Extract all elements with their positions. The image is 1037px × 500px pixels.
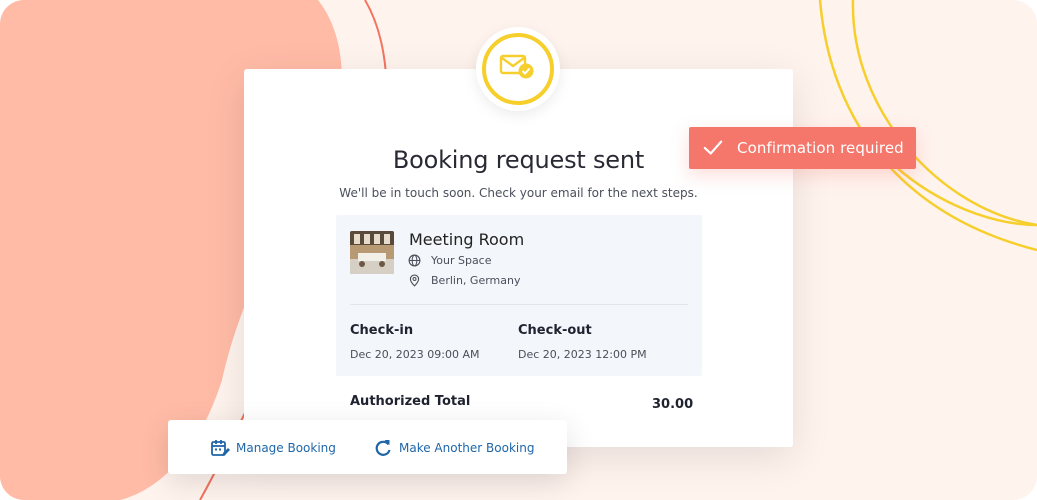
- refresh-icon: [373, 438, 393, 458]
- location-row: Berlin, Germany: [408, 274, 520, 287]
- toast-text: Confirmation required: [737, 139, 904, 157]
- make-another-booking-button[interactable]: Make Another Booking: [373, 438, 534, 458]
- page-subtitle: We'll be in touch soon. Check your email…: [339, 186, 698, 200]
- location-text: Berlin, Germany: [431, 274, 521, 287]
- details-divider: [350, 304, 688, 305]
- make-another-booking-label: Make Another Booking: [399, 441, 535, 455]
- space-row: Your Space: [408, 254, 492, 267]
- checkmark-icon: [703, 138, 723, 158]
- badge-ring: [482, 33, 554, 105]
- manage-booking-button[interactable]: Manage Booking: [210, 438, 336, 458]
- room-thumbnail: [350, 231, 394, 274]
- confirmation-toast: Confirmation required: [689, 127, 916, 169]
- checkout-label: Check-out: [518, 323, 592, 338]
- calendar-edit-icon: [210, 438, 230, 458]
- booking-details-panel: Meeting Room Your Space Berlin, Germany …: [336, 215, 702, 376]
- checkin-value: Dec 20, 2023 09:00 AM: [350, 348, 480, 361]
- booking-card: Booking request sent We'll be in touch s…: [244, 69, 793, 447]
- location-pin-icon: [408, 274, 421, 287]
- room-name: Meeting Room: [409, 230, 525, 249]
- mail-check-icon: [499, 52, 537, 87]
- manage-booking-label: Manage Booking: [236, 441, 336, 455]
- total-label: Authorized Total: [350, 394, 471, 409]
- actions-bar: Manage Booking Make Another Booking: [168, 420, 567, 474]
- yellow-loop-outer: [818, 0, 1037, 252]
- space-name: Your Space: [431, 254, 492, 267]
- status-badge: [476, 27, 560, 111]
- total-value: 30.00: [652, 397, 694, 412]
- globe-icon: [408, 254, 421, 267]
- checkout-value: Dec 20, 2023 12:00 PM: [518, 348, 647, 361]
- yellow-loop-inner: [851, 0, 1037, 227]
- stage: Booking request sent We'll be in touch s…: [0, 0, 1037, 500]
- checkin-label: Check-in: [350, 323, 414, 338]
